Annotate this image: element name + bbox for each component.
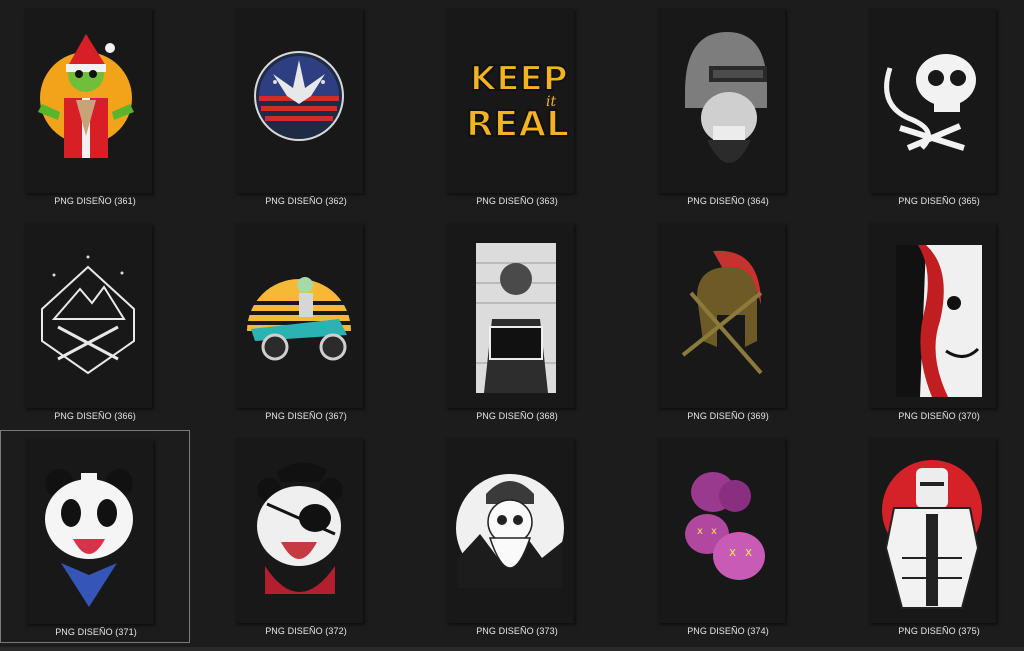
svg-text:x: x [697, 526, 703, 537]
file-item[interactable]: PNG DISEÑO (369) [633, 215, 823, 428]
file-item[interactable]: PNG DISEÑO (370) [844, 215, 1024, 428]
usa-leaf-emblem-icon[interactable] [235, 8, 363, 193]
file-item[interactable]: PNG DISEÑO (366) [0, 215, 190, 428]
file-name: PNG DISEÑO (370) [898, 411, 980, 421]
file-item[interactable]: PNG DISEÑO (362) [211, 0, 401, 213]
svg-text:x: x [745, 545, 752, 559]
file-name: PNG DISEÑO (374) [687, 626, 769, 636]
file-name: PNG DISEÑO (364) [687, 196, 769, 206]
zombie-santa-icon[interactable] [24, 8, 152, 193]
helmet-skull-icon[interactable] [657, 8, 785, 193]
pink-skulls-icon[interactable]: x x x x [657, 438, 785, 623]
sailor-panda-icon[interactable] [25, 439, 153, 624]
file-item[interactable]: PNG DISEÑO (372) [211, 430, 401, 643]
real-text: REAL [466, 104, 569, 145]
file-item[interactable]: PNG DISEÑO (371) [0, 430, 190, 643]
file-grid: PNG DISEÑO (361) PNG DISEÑO (362) KEEP i… [0, 0, 1024, 651]
svg-text:x: x [729, 545, 736, 559]
skull-snake-icon[interactable] [868, 8, 996, 193]
file-name: PNG DISEÑO (366) [54, 411, 136, 421]
keep-text: KEEP [470, 59, 568, 99]
file-name: PNG DISEÑO (373) [476, 626, 558, 636]
bearded-skull-icon[interactable] [446, 438, 574, 623]
spartan-helmet-icon[interactable] [657, 223, 785, 408]
svg-text:x: x [711, 526, 717, 537]
file-name: PNG DISEÑO (365) [898, 196, 980, 206]
file-item[interactable]: PNG DISEÑO (368) [422, 215, 612, 428]
file-name: PNG DISEÑO (362) [265, 196, 347, 206]
knight-armor-icon[interactable] [868, 438, 996, 623]
file-item[interactable]: PNG DISEÑO (373) [422, 430, 612, 643]
file-item[interactable]: KEEP it REAL PNG DISEÑO (363) [422, 0, 612, 213]
pirate-panda-icon[interactable] [235, 438, 363, 623]
file-name: PNG DISEÑO (367) [265, 411, 347, 421]
file-item[interactable]: PNG DISEÑO (365) [844, 0, 1024, 213]
file-name: PNG DISEÑO (369) [687, 411, 769, 421]
file-name: PNG DISEÑO (375) [898, 626, 980, 636]
file-name: PNG DISEÑO (363) [476, 196, 558, 206]
file-item[interactable]: PNG DISEÑO (364) [633, 0, 823, 213]
keep-it-real-lettering-icon[interactable]: KEEP it REAL [446, 8, 574, 193]
file-item[interactable]: PNG DISEÑO (361) [0, 0, 190, 213]
file-item[interactable]: PNG DISEÑO (375) [844, 430, 1024, 643]
horizontal-scrollbar[interactable] [0, 647, 1024, 651]
file-item[interactable]: x x x x PNG DISEÑO (374) [633, 430, 823, 643]
bloody-face-icon[interactable] [868, 223, 996, 408]
mountain-badge-icon[interactable] [24, 223, 152, 408]
file-name: PNG DISEÑO (372) [265, 626, 347, 636]
sunset-rider-icon[interactable] [235, 223, 363, 408]
file-name: PNG DISEÑO (361) [54, 196, 136, 206]
file-name: PNG DISEÑO (371) [55, 627, 137, 637]
file-name: PNG DISEÑO (368) [476, 411, 558, 421]
mugshot-zombie-icon[interactable] [446, 223, 574, 408]
file-item[interactable]: PNG DISEÑO (367) [211, 215, 401, 428]
